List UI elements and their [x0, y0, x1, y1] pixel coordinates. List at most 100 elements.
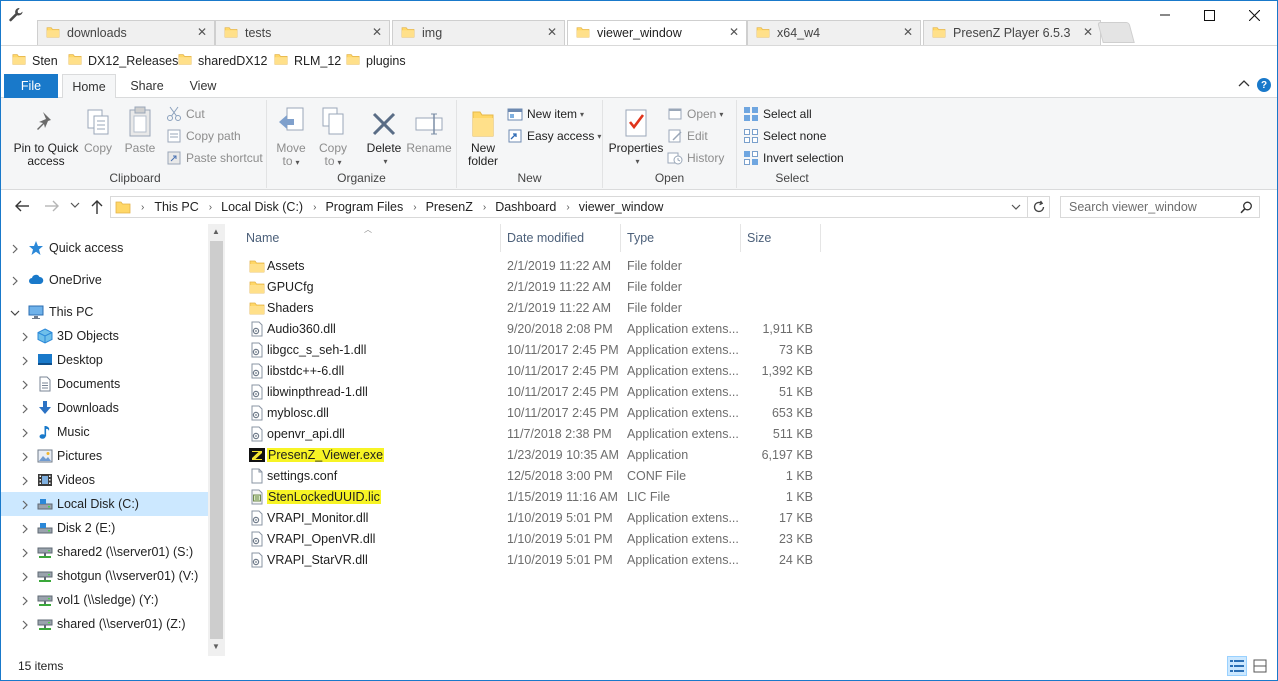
nav-item-disk-2-e[interactable]: Disk 2 (E:) [0, 516, 208, 540]
nav-item-pictures[interactable]: Pictures [0, 444, 208, 468]
nav-item-shotgun-vserver01-v[interactable]: shotgun (\\vserver01) (V:) [0, 564, 208, 588]
open-button[interactable]: Open ▾ [667, 104, 723, 124]
column-header-type[interactable]: Type [621, 224, 741, 252]
table-row[interactable]: VRAPI_OpenVR.dll 1/10/2019 5:01 PM Applica… [245, 529, 820, 550]
close-tab-icon[interactable]: ✕ [372, 26, 382, 38]
invert-selection-button[interactable]: Invert selection [743, 148, 844, 168]
breadcrumb-separator-icon[interactable]: › [209, 202, 212, 213]
recent-locations-chevron-icon[interactable] [70, 202, 80, 210]
chevron-right-icon[interactable] [10, 243, 20, 254]
table-row[interactable]: libstdc++-6.dll 10/11/2017 2:45 PM Applica… [245, 361, 820, 382]
favorite-sten[interactable]: Sten [12, 52, 58, 69]
rename-button[interactable]: Rename [405, 104, 453, 155]
chevron-right-icon[interactable] [20, 523, 30, 534]
favorite-plugins[interactable]: plugins [346, 52, 406, 69]
scroll-down-arrow-icon[interactable]: ▼ [212, 642, 220, 651]
tab-view[interactable]: View [176, 74, 230, 98]
close-tab-icon[interactable]: ✕ [547, 26, 557, 38]
breadcrumb-separator-icon[interactable]: › [566, 202, 569, 213]
table-row[interactable]: myblosc.dll 10/11/2017 2:45 PM Application… [245, 403, 820, 424]
copy-to-button[interactable]: Copy to ▾ [315, 104, 351, 169]
table-row[interactable]: Audio360.dll 9/20/2018 2:08 PM Application… [245, 319, 820, 340]
tab-downloads[interactable]: downloads ✕ [37, 20, 215, 45]
chevron-down-icon[interactable] [10, 307, 20, 317]
copy-button[interactable]: Copy [80, 104, 116, 155]
nav-item-documents[interactable]: Documents [0, 372, 208, 396]
breadcrumb-item[interactable]: PresenZ › [426, 200, 496, 214]
breadcrumb-item[interactable]: Program Files › [325, 200, 425, 214]
search-icon[interactable] [1240, 201, 1253, 214]
column-header-size[interactable]: Size [741, 224, 821, 252]
nav-item-music[interactable]: Music [0, 420, 208, 444]
address-dropdown-chevron-icon[interactable] [1011, 204, 1021, 212]
chevron-right-icon[interactable] [20, 427, 30, 438]
favorite-dx12-releases[interactable]: DX12_Releases [68, 52, 178, 69]
chevron-right-icon[interactable] [20, 475, 30, 486]
chevron-right-icon[interactable] [10, 275, 20, 286]
breadcrumb-item[interactable]: viewer_window [579, 200, 664, 214]
tab-viewer-window[interactable]: viewer_window ✕ [567, 20, 747, 45]
select-none-button[interactable]: Select none [743, 126, 826, 146]
table-row[interactable]: libgcc_s_seh-1.dll 10/11/2017 2:45 PM Appl… [245, 340, 820, 361]
breadcrumb-separator-icon[interactable]: › [413, 202, 416, 213]
table-row[interactable]: Assets 2/1/2019 11:22 AM File folder [245, 256, 820, 277]
search-input[interactable] [1069, 200, 1239, 214]
breadcrumb-item[interactable]: Local Disk (C:) › [221, 200, 325, 214]
address-bar[interactable]: › This PC › Local Disk (C:) › Program Files ›… [110, 196, 1028, 218]
close-tab-icon[interactable]: ✕ [197, 26, 207, 38]
refresh-button[interactable] [1028, 196, 1050, 218]
breadcrumb-separator-icon[interactable]: › [313, 202, 316, 213]
nav-item-3d-objects[interactable]: 3D Objects [0, 324, 208, 348]
scrollbar-thumb[interactable] [210, 241, 223, 639]
pin-to-quick-access-button[interactable]: Pin to Quick access [8, 104, 84, 168]
close-tab-icon[interactable]: ✕ [903, 26, 913, 38]
chevron-up-icon[interactable] [1238, 79, 1250, 87]
nav-item-quick-access[interactable]: Quick access [0, 236, 208, 260]
paste-button[interactable]: Paste [120, 104, 160, 155]
close-tab-icon[interactable]: ✕ [1083, 26, 1093, 38]
wrench-icon[interactable] [8, 7, 24, 23]
tab-x64-w4[interactable]: x64_w4 ✕ [747, 20, 921, 45]
chevron-right-icon[interactable] [20, 499, 30, 510]
nav-item-this-pc[interactable]: This PC [0, 300, 208, 324]
select-all-button[interactable]: Select all [743, 104, 812, 124]
breadcrumb-separator-icon[interactable]: › [483, 202, 486, 213]
table-row[interactable]: PresenZ_Viewer.exe 1/23/2019 10:35 AM Appl… [245, 445, 820, 466]
column-header-name[interactable]: Name [240, 224, 501, 252]
forward-arrow-icon[interactable] [44, 199, 60, 213]
tab-file[interactable]: File [4, 74, 58, 98]
minimize-button[interactable] [1142, 4, 1188, 26]
nav-item-onedrive[interactable]: OneDrive [0, 268, 208, 292]
breadcrumb-item[interactable]: Dashboard › [495, 200, 579, 214]
nav-item-vol1-sledge-y[interactable]: vol1 (\\sledge) (Y:) [0, 588, 208, 612]
table-row[interactable]: settings.conf 12/5/2018 3:00 PM CONF File 1… [245, 466, 820, 487]
move-to-button[interactable]: Move to ▾ [273, 104, 309, 169]
favorite-shareddx12[interactable]: sharedDX12 [178, 52, 268, 69]
table-row[interactable]: GPUCfg 2/1/2019 11:22 AM File folder [245, 277, 820, 298]
nav-item-desktop[interactable]: Desktop [0, 348, 208, 372]
history-button[interactable]: History [667, 148, 724, 168]
properties-button[interactable]: Properties ▾ [607, 104, 665, 168]
chevron-right-icon[interactable] [20, 451, 30, 462]
table-row[interactable]: Shaders 2/1/2019 11:22 AM File folder [245, 298, 820, 319]
nav-item-local-disk-c[interactable]: Local Disk (C:) [0, 492, 208, 516]
nav-item-shared2-server01-s[interactable]: shared2 (\\server01) (S:) [0, 540, 208, 564]
details-view-button[interactable] [1227, 656, 1247, 676]
close-tab-icon[interactable]: ✕ [729, 26, 739, 38]
delete-button[interactable]: Delete ▾ [363, 104, 405, 168]
table-row[interactable]: VRAPI_Monitor.dll 1/10/2019 5:01 PM Applic… [245, 508, 820, 529]
chevron-right-icon[interactable] [20, 403, 30, 414]
tab-img[interactable]: img ✕ [392, 20, 565, 45]
paste-shortcut-button[interactable]: Paste shortcut [166, 148, 263, 168]
table-row[interactable]: libwinpthread-1.dll 10/11/2017 2:45 PM App… [245, 382, 820, 403]
up-arrow-icon[interactable] [90, 199, 104, 214]
chevron-right-icon[interactable] [20, 571, 30, 582]
nav-item-videos[interactable]: Videos [0, 468, 208, 492]
tab-home[interactable]: Home [62, 74, 116, 99]
easy-access-button[interactable]: Easy access ▾ [507, 126, 601, 146]
tab-presenz-player-6-5-3[interactable]: PresenZ Player 6.5.3 ✕ [923, 20, 1101, 45]
nav-item-shared-server01-z[interactable]: shared (\\server01) (Z:) [0, 612, 208, 636]
table-row[interactable]: openvr_api.dll 11/7/2018 2:38 PM Applicati… [245, 424, 820, 445]
chevron-right-icon[interactable] [20, 331, 30, 342]
new-tab-button[interactable] [1097, 22, 1135, 43]
